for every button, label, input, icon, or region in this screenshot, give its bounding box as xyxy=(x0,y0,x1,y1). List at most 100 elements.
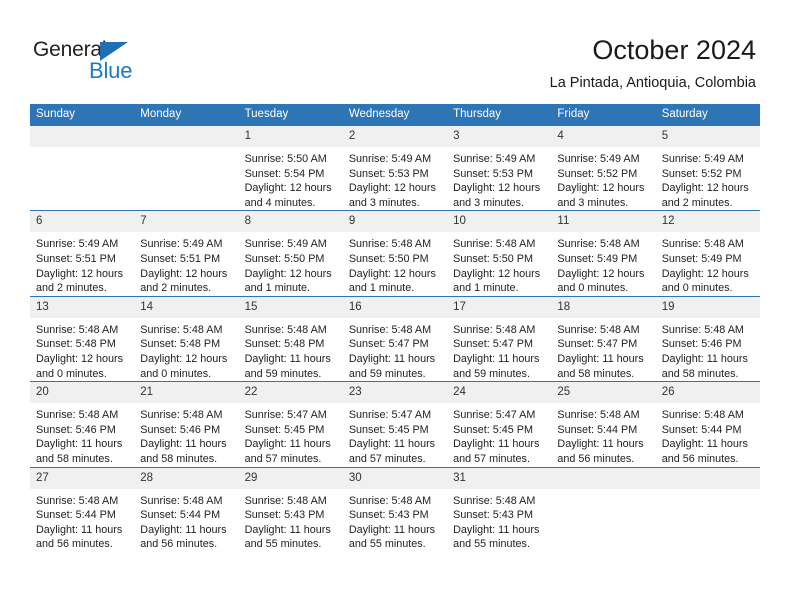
daylight-text-line1: Daylight: 12 hours xyxy=(244,267,332,280)
day-info: Sunrise: 5:50 AM Sunset: 5:54 PM Daylight:… xyxy=(239,147,343,210)
calendar-day-cell[interactable]: 7 Sunrise: 5:49 AM Sunset: 5:51 PM Daylight… xyxy=(134,210,239,297)
sunrise-text: Sunrise: 5:48 AM xyxy=(140,409,223,422)
page-title: October 2024 xyxy=(592,35,756,65)
sunset-text: Sunset: 5:48 PM xyxy=(140,338,221,351)
sunset-text: Sunset: 5:50 PM xyxy=(244,252,325,265)
daylight-text-line1: Daylight: 12 hours xyxy=(348,267,436,280)
daylight-text-line1: Daylight: 12 hours xyxy=(453,267,541,280)
sunset-text: Sunset: 5:52 PM xyxy=(557,167,638,180)
daylight-text-line2: and 57 minutes. xyxy=(453,452,530,465)
calendar-day-cell[interactable]: 13 Sunrise: 5:48 AM Sunset: 5:48 PM Dayligh… xyxy=(30,295,135,382)
day-number: 6 xyxy=(30,211,135,233)
calendar-day-cell[interactable]: 8 Sunrise: 5:49 AM Sunset: 5:50 PM Daylight… xyxy=(238,210,343,297)
daylight-text-line2: and 0 minutes. xyxy=(557,282,629,295)
calendar-empty-cell xyxy=(551,466,656,552)
calendar-day-cell[interactable]: 6 Sunrise: 5:49 AM Sunset: 5:51 PM Daylight… xyxy=(30,210,135,297)
calendar-day-cell[interactable]: 14 Sunrise: 5:48 AM Sunset: 5:48 PM Dayligh… xyxy=(134,295,239,382)
calendar-day-cell[interactable]: 19 Sunrise: 5:48 AM Sunset: 5:46 PM Dayligh… xyxy=(655,295,760,382)
sunset-text: Sunset: 5:48 PM xyxy=(36,338,116,351)
calendar-day-cell[interactable]: 30 Sunrise: 5:48 AM Sunset: 5:43 PM Dayligh… xyxy=(342,466,448,552)
day-number: 8 xyxy=(238,211,343,233)
calendar-week-row: 20 Sunrise: 5:48 AM Sunset: 5:46 PM Dayligh… xyxy=(30,381,760,467)
sunrise-text: Sunrise: 5:48 AM xyxy=(36,494,119,507)
sunrise-text: Sunrise: 5:47 AM xyxy=(453,409,536,422)
calendar-day-cell[interactable]: 17 Sunrise: 5:48 AM Sunset: 5:47 PM Dayligh… xyxy=(447,295,552,382)
calendar-day-cell[interactable]: 4 Sunrise: 5:49 AM Sunset: 5:52 PM Daylight… xyxy=(551,124,656,211)
sunset-text: Sunset: 5:46 PM xyxy=(661,338,742,351)
day-number: 30 xyxy=(342,467,448,489)
sunrise-text: Sunrise: 5:48 AM xyxy=(348,238,432,251)
calendar-day-cell[interactable]: 12 Sunrise: 5:48 AM Sunset: 5:49 PM Dayligh… xyxy=(655,210,760,297)
calendar-day-cell[interactable]: 16 Sunrise: 5:48 AM Sunset: 5:47 PM Dayligh… xyxy=(342,295,448,382)
day-info: Sunrise: 5:48 AM Sunset: 5:44 PM Daylight:… xyxy=(134,489,238,552)
calendar-day-cell[interactable]: 10 Sunrise: 5:48 AM Sunset: 5:50 PM Dayligh… xyxy=(447,210,552,297)
daylight-text-line1: Daylight: 12 hours xyxy=(244,182,332,195)
calendar-day-cell[interactable]: 18 Sunrise: 5:48 AM Sunset: 5:47 PM Dayligh… xyxy=(551,295,656,382)
calendar-header-row: Sunday Monday Tuesday Wednesday Thursday… xyxy=(30,104,760,126)
calendar-day-cell[interactable]: 25 Sunrise: 5:48 AM Sunset: 5:44 PM Dayligh… xyxy=(551,381,656,467)
calendar-day-cell[interactable]: 20 Sunrise: 5:48 AM Sunset: 5:46 PM Dayligh… xyxy=(30,381,135,467)
daylight-text-line2: and 2 minutes. xyxy=(661,196,733,209)
sunset-text: Sunset: 5:46 PM xyxy=(36,423,116,436)
calendar-day-cell[interactable]: 5 Sunrise: 5:49 AM Sunset: 5:52 PM Daylight… xyxy=(655,124,760,211)
daylight-text-line1: Daylight: 12 hours xyxy=(557,182,645,195)
calendar-day-cell[interactable]: 1 Sunrise: 5:50 AM Sunset: 5:54 PM Daylight… xyxy=(238,124,343,211)
calendar-day-cell[interactable]: 27 Sunrise: 5:48 AM Sunset: 5:44 PM Dayligh… xyxy=(30,466,135,552)
sunset-text: Sunset: 5:43 PM xyxy=(348,509,429,522)
sunset-text: Sunset: 5:51 PM xyxy=(36,252,116,265)
calendar-week-row: 13 Sunrise: 5:48 AM Sunset: 5:48 PM Dayligh… xyxy=(30,295,760,382)
calendar-empty-cell xyxy=(134,124,239,211)
calendar-day-cell[interactable]: 24 Sunrise: 5:47 AM Sunset: 5:45 PM Dayligh… xyxy=(447,381,552,467)
daylight-text-line1: Daylight: 11 hours xyxy=(661,352,748,365)
sunset-text: Sunset: 5:50 PM xyxy=(348,252,429,265)
daylight-text-line2: and 59 minutes. xyxy=(348,367,426,380)
daylight-text-line1: Daylight: 11 hours xyxy=(36,438,123,451)
daylight-text-line1: Daylight: 12 hours xyxy=(140,352,228,365)
calendar-day-cell[interactable]: 15 Sunrise: 5:48 AM Sunset: 5:48 PM Dayligh… xyxy=(238,295,343,382)
day-number: 12 xyxy=(655,211,760,233)
sunrise-text: Sunrise: 5:48 AM xyxy=(557,323,640,336)
calendar-day-cell[interactable]: 28 Sunrise: 5:48 AM Sunset: 5:44 PM Dayligh… xyxy=(134,466,239,552)
calendar-day-cell[interactable]: 3 Sunrise: 5:49 AM Sunset: 5:53 PM Daylight… xyxy=(447,124,552,211)
calendar-week-row: 1 Sunrise: 5:50 AM Sunset: 5:54 PM Daylight… xyxy=(30,124,760,211)
sunrise-text: Sunrise: 5:48 AM xyxy=(36,409,119,422)
calendar-day-cell[interactable]: 23 Sunrise: 5:47 AM Sunset: 5:45 PM Dayligh… xyxy=(342,381,448,467)
day-info: Sunrise: 5:48 AM Sunset: 5:46 PM Daylight:… xyxy=(656,318,760,381)
calendar-day-cell[interactable]: 26 Sunrise: 5:48 AM Sunset: 5:44 PM Dayligh… xyxy=(655,381,760,467)
day-number: 15 xyxy=(238,296,343,318)
sunrise-text: Sunrise: 5:48 AM xyxy=(661,323,744,336)
day-number: 16 xyxy=(342,296,448,318)
daylight-text-line2: and 1 minute. xyxy=(453,282,519,295)
day-info: Sunrise: 5:49 AM Sunset: 5:52 PM Daylight:… xyxy=(551,147,655,210)
day-info: Sunrise: 5:48 AM Sunset: 5:48 PM Daylight:… xyxy=(239,318,343,381)
daylight-text-line2: and 0 minutes. xyxy=(140,367,212,380)
daylight-text-line2: and 59 minutes. xyxy=(244,367,322,380)
daylight-text-line2: and 58 minutes. xyxy=(36,452,113,465)
calendar-day-cell[interactable]: 9 Sunrise: 5:48 AM Sunset: 5:50 PM Daylight… xyxy=(342,210,448,297)
weekday-header-thursday: Thursday xyxy=(447,104,552,126)
day-info: Sunrise: 5:49 AM Sunset: 5:51 PM Daylight:… xyxy=(30,232,134,295)
day-number xyxy=(655,467,760,489)
calendar-day-cell[interactable]: 11 Sunrise: 5:48 AM Sunset: 5:49 PM Dayligh… xyxy=(551,210,656,297)
daylight-text-line1: Daylight: 12 hours xyxy=(36,352,124,365)
calendar-day-cell[interactable]: 2 Sunrise: 5:49 AM Sunset: 5:53 PM Daylight… xyxy=(342,124,448,211)
sunset-text: Sunset: 5:47 PM xyxy=(453,338,533,351)
calendar-day-cell[interactable]: 29 Sunrise: 5:48 AM Sunset: 5:43 PM Dayligh… xyxy=(238,466,343,552)
daylight-text-line2: and 3 minutes. xyxy=(453,196,524,209)
daylight-text-line1: Daylight: 11 hours xyxy=(453,438,540,451)
sunrise-text: Sunrise: 5:48 AM xyxy=(453,323,536,336)
day-number: 18 xyxy=(551,296,656,318)
daylight-text-line1: Daylight: 11 hours xyxy=(36,523,123,536)
day-number: 23 xyxy=(342,382,448,404)
calendar-day-cell[interactable]: 21 Sunrise: 5:48 AM Sunset: 5:46 PM Dayligh… xyxy=(134,381,239,467)
calendar-day-cell[interactable]: 22 Sunrise: 5:47 AM Sunset: 5:45 PM Dayligh… xyxy=(238,381,343,467)
day-number: 10 xyxy=(447,211,552,233)
sunrise-text: Sunrise: 5:48 AM xyxy=(557,409,640,422)
day-number: 31 xyxy=(447,467,552,489)
day-info: Sunrise: 5:48 AM Sunset: 5:49 PM Daylight:… xyxy=(551,232,655,295)
daylight-text-line2: and 55 minutes. xyxy=(453,538,530,551)
daylight-text-line2: and 58 minutes. xyxy=(140,452,218,465)
day-number: 21 xyxy=(134,382,239,404)
daylight-text-line2: and 3 minutes. xyxy=(557,196,629,209)
calendar-day-cell[interactable]: 31 Sunrise: 5:48 AM Sunset: 5:43 PM Dayligh… xyxy=(447,466,552,552)
